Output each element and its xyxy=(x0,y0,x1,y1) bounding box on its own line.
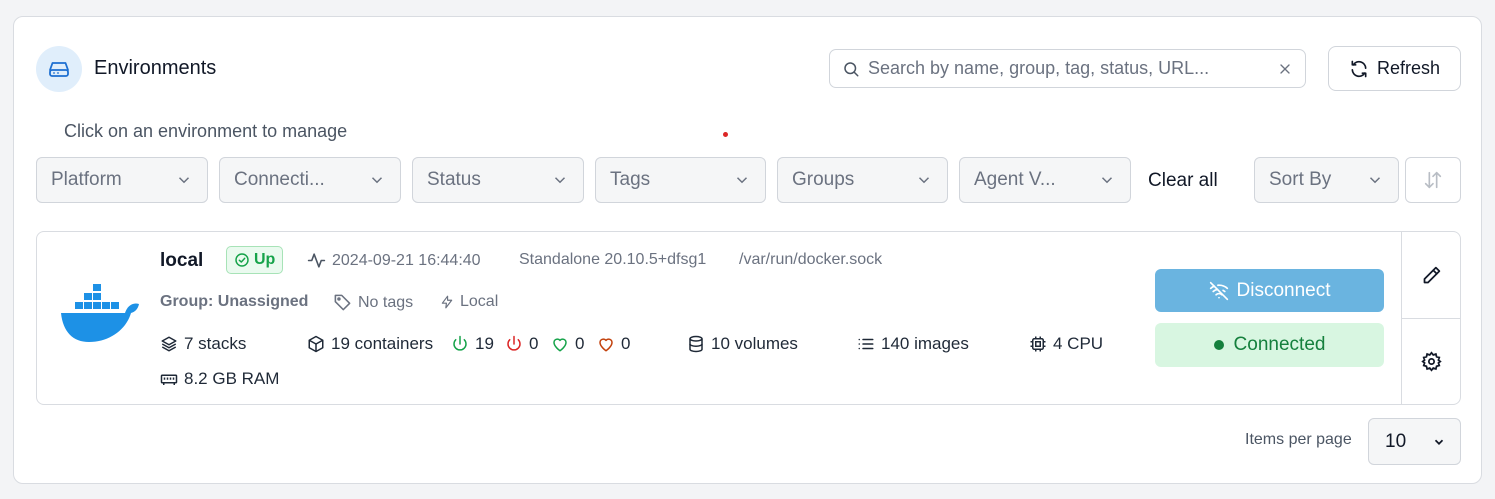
items-per-page-value: 10 xyxy=(1385,430,1407,452)
environments-panel: Environments Refresh Click on an environ… xyxy=(13,16,1482,484)
heart-healthy-icon xyxy=(551,335,569,353)
unhealthy-count: 0 xyxy=(597,334,630,354)
running-count: 19 xyxy=(451,334,494,354)
volumes-count: 10 volumes xyxy=(687,334,798,354)
layers-icon xyxy=(160,335,178,353)
environment-location: Local xyxy=(440,293,498,311)
disconnect-label: Disconnect xyxy=(1236,279,1331,301)
search-input[interactable] xyxy=(868,58,1277,79)
refresh-icon xyxy=(1349,59,1369,79)
chevron-down-icon xyxy=(1098,171,1116,189)
images-label: 140 images xyxy=(881,334,969,353)
page-title: Environments xyxy=(94,57,217,79)
cpu-label: 4 CPU xyxy=(1053,334,1104,353)
connected-label: Connected xyxy=(1233,334,1326,355)
filter-tags[interactable]: Tags xyxy=(595,157,766,203)
bolt-icon xyxy=(440,295,454,309)
check-circle-icon xyxy=(234,252,250,268)
environment-card[interactable]: local Up 2024-09-21 16:44:40 Standalone … xyxy=(36,231,1461,405)
chevron-down-icon xyxy=(1366,171,1384,189)
sort-arrows-icon xyxy=(1422,169,1444,191)
cpu-count: 4 CPU xyxy=(1029,334,1103,354)
gear-icon xyxy=(1421,351,1442,372)
filter-groups[interactable]: Groups xyxy=(777,157,948,203)
location-label: Local xyxy=(460,293,499,310)
sort-direction-button[interactable] xyxy=(1405,157,1461,203)
power-off-icon xyxy=(505,335,523,353)
chevron-down-icon xyxy=(551,171,569,189)
containers-label: 19 containers xyxy=(331,334,434,353)
clear-search-icon[interactable] xyxy=(1277,61,1293,77)
heart-unhealthy-icon xyxy=(597,335,615,353)
sort-by-label: Sort By xyxy=(1269,169,1332,190)
environment-header-icon xyxy=(36,46,82,92)
filter-platform[interactable]: Platform xyxy=(36,157,208,203)
items-per-page-select[interactable]: 10 xyxy=(1368,418,1461,465)
search-icon xyxy=(842,60,860,78)
refresh-button[interactable]: Refresh xyxy=(1328,46,1461,91)
tag-icon xyxy=(333,293,352,312)
status-label: Up xyxy=(254,251,276,268)
indicator-dot xyxy=(723,132,728,137)
box-icon xyxy=(307,335,325,353)
environment-name[interactable]: local xyxy=(160,250,203,272)
stopped-count: 0 xyxy=(505,334,538,354)
pencil-icon xyxy=(1421,265,1442,286)
chevron-down-icon xyxy=(175,171,193,189)
filter-connection-label: Connecti... xyxy=(234,169,325,190)
edit-environment-button[interactable] xyxy=(1402,232,1461,318)
status-badge: Up xyxy=(226,246,284,274)
sort-by-select[interactable]: Sort By xyxy=(1254,157,1399,203)
ram-amount: 8.2 GB RAM xyxy=(160,369,279,389)
environment-tags: No tags xyxy=(333,293,413,312)
disconnect-button[interactable]: Disconnect xyxy=(1155,269,1384,312)
chevron-down-icon xyxy=(733,171,751,189)
chevron-down-icon xyxy=(915,171,933,189)
stacks-label: 7 stacks xyxy=(184,334,247,353)
stopped-label: 0 xyxy=(529,334,539,353)
list-icon xyxy=(857,335,875,353)
environment-url: /var/run/docker.sock xyxy=(739,251,883,268)
volumes-label: 10 volumes xyxy=(711,334,798,353)
filter-status[interactable]: Status xyxy=(412,157,584,203)
heartbeat-time: 2024-09-21 16:44:40 xyxy=(332,251,481,269)
search-box[interactable] xyxy=(829,49,1306,88)
filter-agent-version-label: Agent V... xyxy=(974,169,1056,190)
heartbeat: 2024-09-21 16:44:40 xyxy=(307,251,481,270)
environment-group: Group: Unassigned xyxy=(160,293,309,310)
unhealthy-label: 0 xyxy=(621,334,631,353)
activity-icon xyxy=(307,251,326,270)
tags-label: No tags xyxy=(358,293,414,311)
ram-label: 8.2 GB RAM xyxy=(184,369,280,388)
docker-logo-icon xyxy=(59,282,143,346)
page-subtitle: Click on an environment to manage xyxy=(64,121,348,141)
filter-status-label: Status xyxy=(427,169,481,190)
healthy-label: 0 xyxy=(575,334,585,353)
containers-count: 19 containers xyxy=(307,334,433,354)
filter-tags-label: Tags xyxy=(610,169,651,190)
running-label: 19 xyxy=(475,334,494,353)
environment-settings-button[interactable] xyxy=(1402,318,1461,404)
refresh-label: Refresh xyxy=(1376,58,1441,78)
connected-dot-icon xyxy=(1213,340,1224,350)
images-count: 140 images xyxy=(857,334,969,354)
card-actions xyxy=(1401,232,1461,404)
power-on-icon xyxy=(451,335,469,353)
filter-agent-version[interactable]: Agent V... xyxy=(959,157,1131,203)
filter-platform-label: Platform xyxy=(51,169,122,190)
chevron-down-icon xyxy=(1432,435,1446,449)
database-icon xyxy=(687,335,705,353)
connected-status-button[interactable]: Connected xyxy=(1155,323,1384,367)
memory-icon xyxy=(160,370,178,388)
environment-type: Standalone 20.10.5+dfsg1 xyxy=(519,251,707,268)
stacks-count: 7 stacks xyxy=(160,334,246,354)
cpu-icon xyxy=(1029,335,1047,353)
items-per-page-label: Items per page xyxy=(1245,431,1352,448)
clear-all-button[interactable]: Clear all xyxy=(1148,170,1218,192)
chevron-down-icon xyxy=(368,171,386,189)
wifi-off-icon xyxy=(1209,281,1229,301)
filter-connection[interactable]: Connecti... xyxy=(219,157,401,203)
filter-groups-label: Groups xyxy=(792,169,855,190)
healthy-count: 0 xyxy=(551,334,584,354)
